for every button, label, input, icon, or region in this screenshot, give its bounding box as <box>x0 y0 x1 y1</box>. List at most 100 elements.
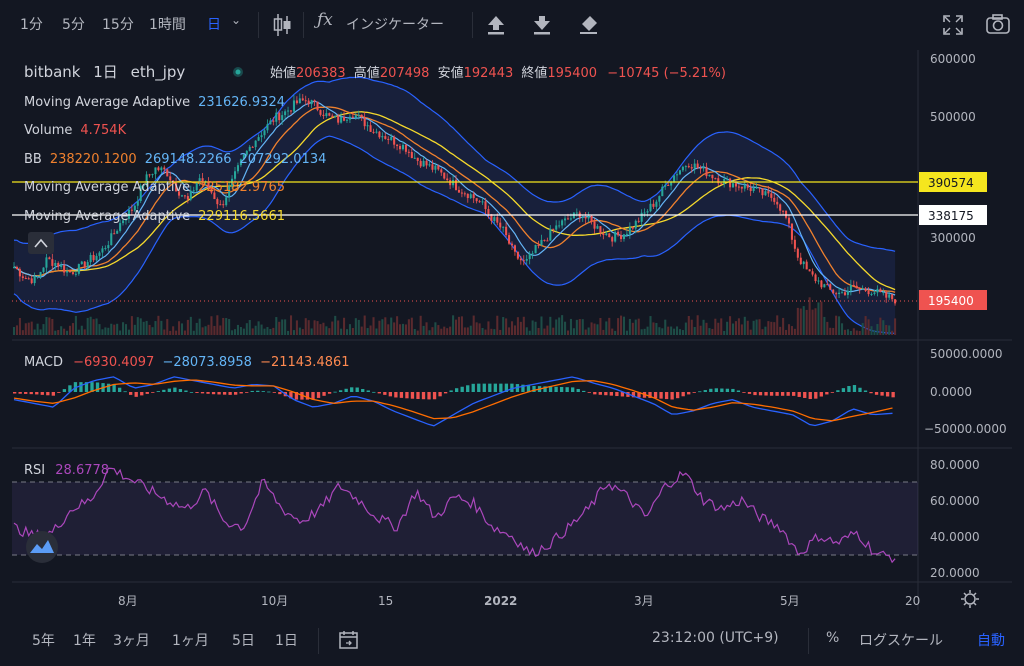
price-chart[interactable]: 600000 500000 300000 390574 338175 19540… <box>12 50 1012 610</box>
range-5d[interactable]: 5日 <box>232 630 255 650</box>
candle-body <box>543 239 546 241</box>
svg-text:BB238220.1200269148.2266207292: BB 238220.1200 269148.2266 207292.0134 <box>24 152 326 167</box>
interval-1h[interactable]: 1時間 <box>149 14 186 34</box>
log-scale-toggle[interactable]: ログスケール <box>859 630 943 650</box>
auto-scale-toggle[interactable]: 自動 <box>977 630 1005 650</box>
macd-axis-label: −50000.0000 <box>924 422 1007 436</box>
volume-bar <box>384 317 387 335</box>
candlestick-type-icon[interactable] <box>271 12 293 38</box>
candle-body <box>752 188 755 192</box>
volume-bar <box>363 315 366 335</box>
interval-1d[interactable]: 日 <box>207 14 221 34</box>
interval-5m[interactable]: 5分 <box>62 14 85 34</box>
upload-icon[interactable] <box>486 14 506 36</box>
candle-body <box>157 167 160 171</box>
volume-bar <box>472 315 475 335</box>
volume-bar <box>251 328 254 335</box>
volume-bar <box>133 324 136 335</box>
volume-bar <box>463 327 466 335</box>
candle-body <box>684 166 687 168</box>
volume-bar <box>163 329 166 335</box>
interval-1m[interactable]: 1分 <box>20 14 43 34</box>
volume-bar <box>466 327 469 335</box>
chevron-down-icon[interactable]: ⌄ <box>231 13 241 27</box>
volume-bar <box>360 326 363 335</box>
candle-body <box>681 166 684 171</box>
macd-histogram-bar <box>129 392 133 395</box>
macd-histogram-bar <box>736 390 741 392</box>
candle-body <box>260 135 263 138</box>
volume-bar <box>785 329 788 335</box>
gear-icon[interactable] <box>961 590 979 608</box>
volume-bar <box>428 330 431 335</box>
volume-bar <box>687 316 690 335</box>
volume-bar <box>263 328 266 335</box>
macd-histogram-bar <box>173 387 177 392</box>
macd-histogram-bar <box>698 391 702 393</box>
volume-bar <box>375 328 378 335</box>
candle-body <box>345 119 349 121</box>
interval-15m[interactable]: 15分 <box>102 14 134 34</box>
legend-change: −10745 (−5.21%) <box>607 66 726 81</box>
fullscreen-icon[interactable] <box>942 14 964 36</box>
range-1y[interactable]: 1年 <box>73 630 96 650</box>
candle-body <box>702 166 705 169</box>
volume-bar <box>681 330 684 335</box>
volume-bar <box>841 323 844 335</box>
candle-body <box>475 198 478 202</box>
volume-bar <box>499 329 502 335</box>
range-3m[interactable]: 3ヶ月 <box>113 630 150 650</box>
range-1d[interactable]: 1日 <box>275 630 298 650</box>
volume-bar <box>151 327 154 335</box>
collapse-legend-button[interactable] <box>28 232 54 254</box>
volume-bar <box>490 328 493 335</box>
volume-bar <box>561 315 564 335</box>
volume-bar <box>790 326 793 335</box>
volume-bar <box>45 317 48 335</box>
candle-body <box>705 166 708 177</box>
legend-close: 195400 <box>547 66 597 81</box>
eraser-icon[interactable] <box>578 13 600 35</box>
tradingview-logo[interactable] <box>26 531 58 563</box>
clock-timezone[interactable]: 23:12:00 (UTC+9) <box>652 630 779 646</box>
macd-histogram-bar <box>852 385 857 392</box>
function-icon[interactable]: ƒx <box>317 10 333 30</box>
macd-histogram-bar <box>769 392 774 396</box>
candle-body <box>841 292 844 294</box>
macd-histogram-bar <box>421 392 426 400</box>
svg-text:Moving Average Adaptive231626.: Moving Average Adaptive 231626.9324 <box>24 95 285 110</box>
candle-body <box>384 136 387 139</box>
candle-body <box>740 186 743 189</box>
volume-bar <box>826 321 829 335</box>
macd-histogram-bar <box>40 392 44 395</box>
macd-histogram-bar <box>493 383 497 392</box>
candle-body <box>416 157 419 161</box>
download-icon[interactable] <box>532 14 552 36</box>
candle-body <box>234 171 237 179</box>
macd-histogram-bar <box>151 392 155 393</box>
volume-bar <box>540 316 543 335</box>
camera-icon[interactable] <box>985 13 1011 35</box>
volume-bar <box>328 328 331 335</box>
volume-bar <box>410 317 413 335</box>
macd-signal-value: −21143.4861 <box>260 355 349 370</box>
volume-bar <box>678 329 682 335</box>
candle-body <box>390 136 393 140</box>
volume-bar <box>198 318 201 335</box>
indicators-button[interactable]: インジケーター <box>346 14 444 34</box>
percent-toggle[interactable]: % <box>826 630 839 646</box>
range-5y[interactable]: 5年 <box>32 630 55 650</box>
volume-bar <box>15 325 19 335</box>
time-axis-label: 10月 <box>261 594 288 608</box>
volume-bar <box>749 329 752 335</box>
volume-bar <box>637 318 640 335</box>
volume-bar <box>310 328 313 335</box>
date-range-icon[interactable] <box>338 629 360 651</box>
volume-bar <box>378 320 381 335</box>
candle-body <box>401 144 405 150</box>
volume-bar <box>717 322 720 335</box>
candle-body <box>811 271 814 275</box>
candle-body <box>92 254 95 261</box>
volume-bar <box>882 320 885 335</box>
range-1m[interactable]: 1ヶ月 <box>172 630 209 650</box>
